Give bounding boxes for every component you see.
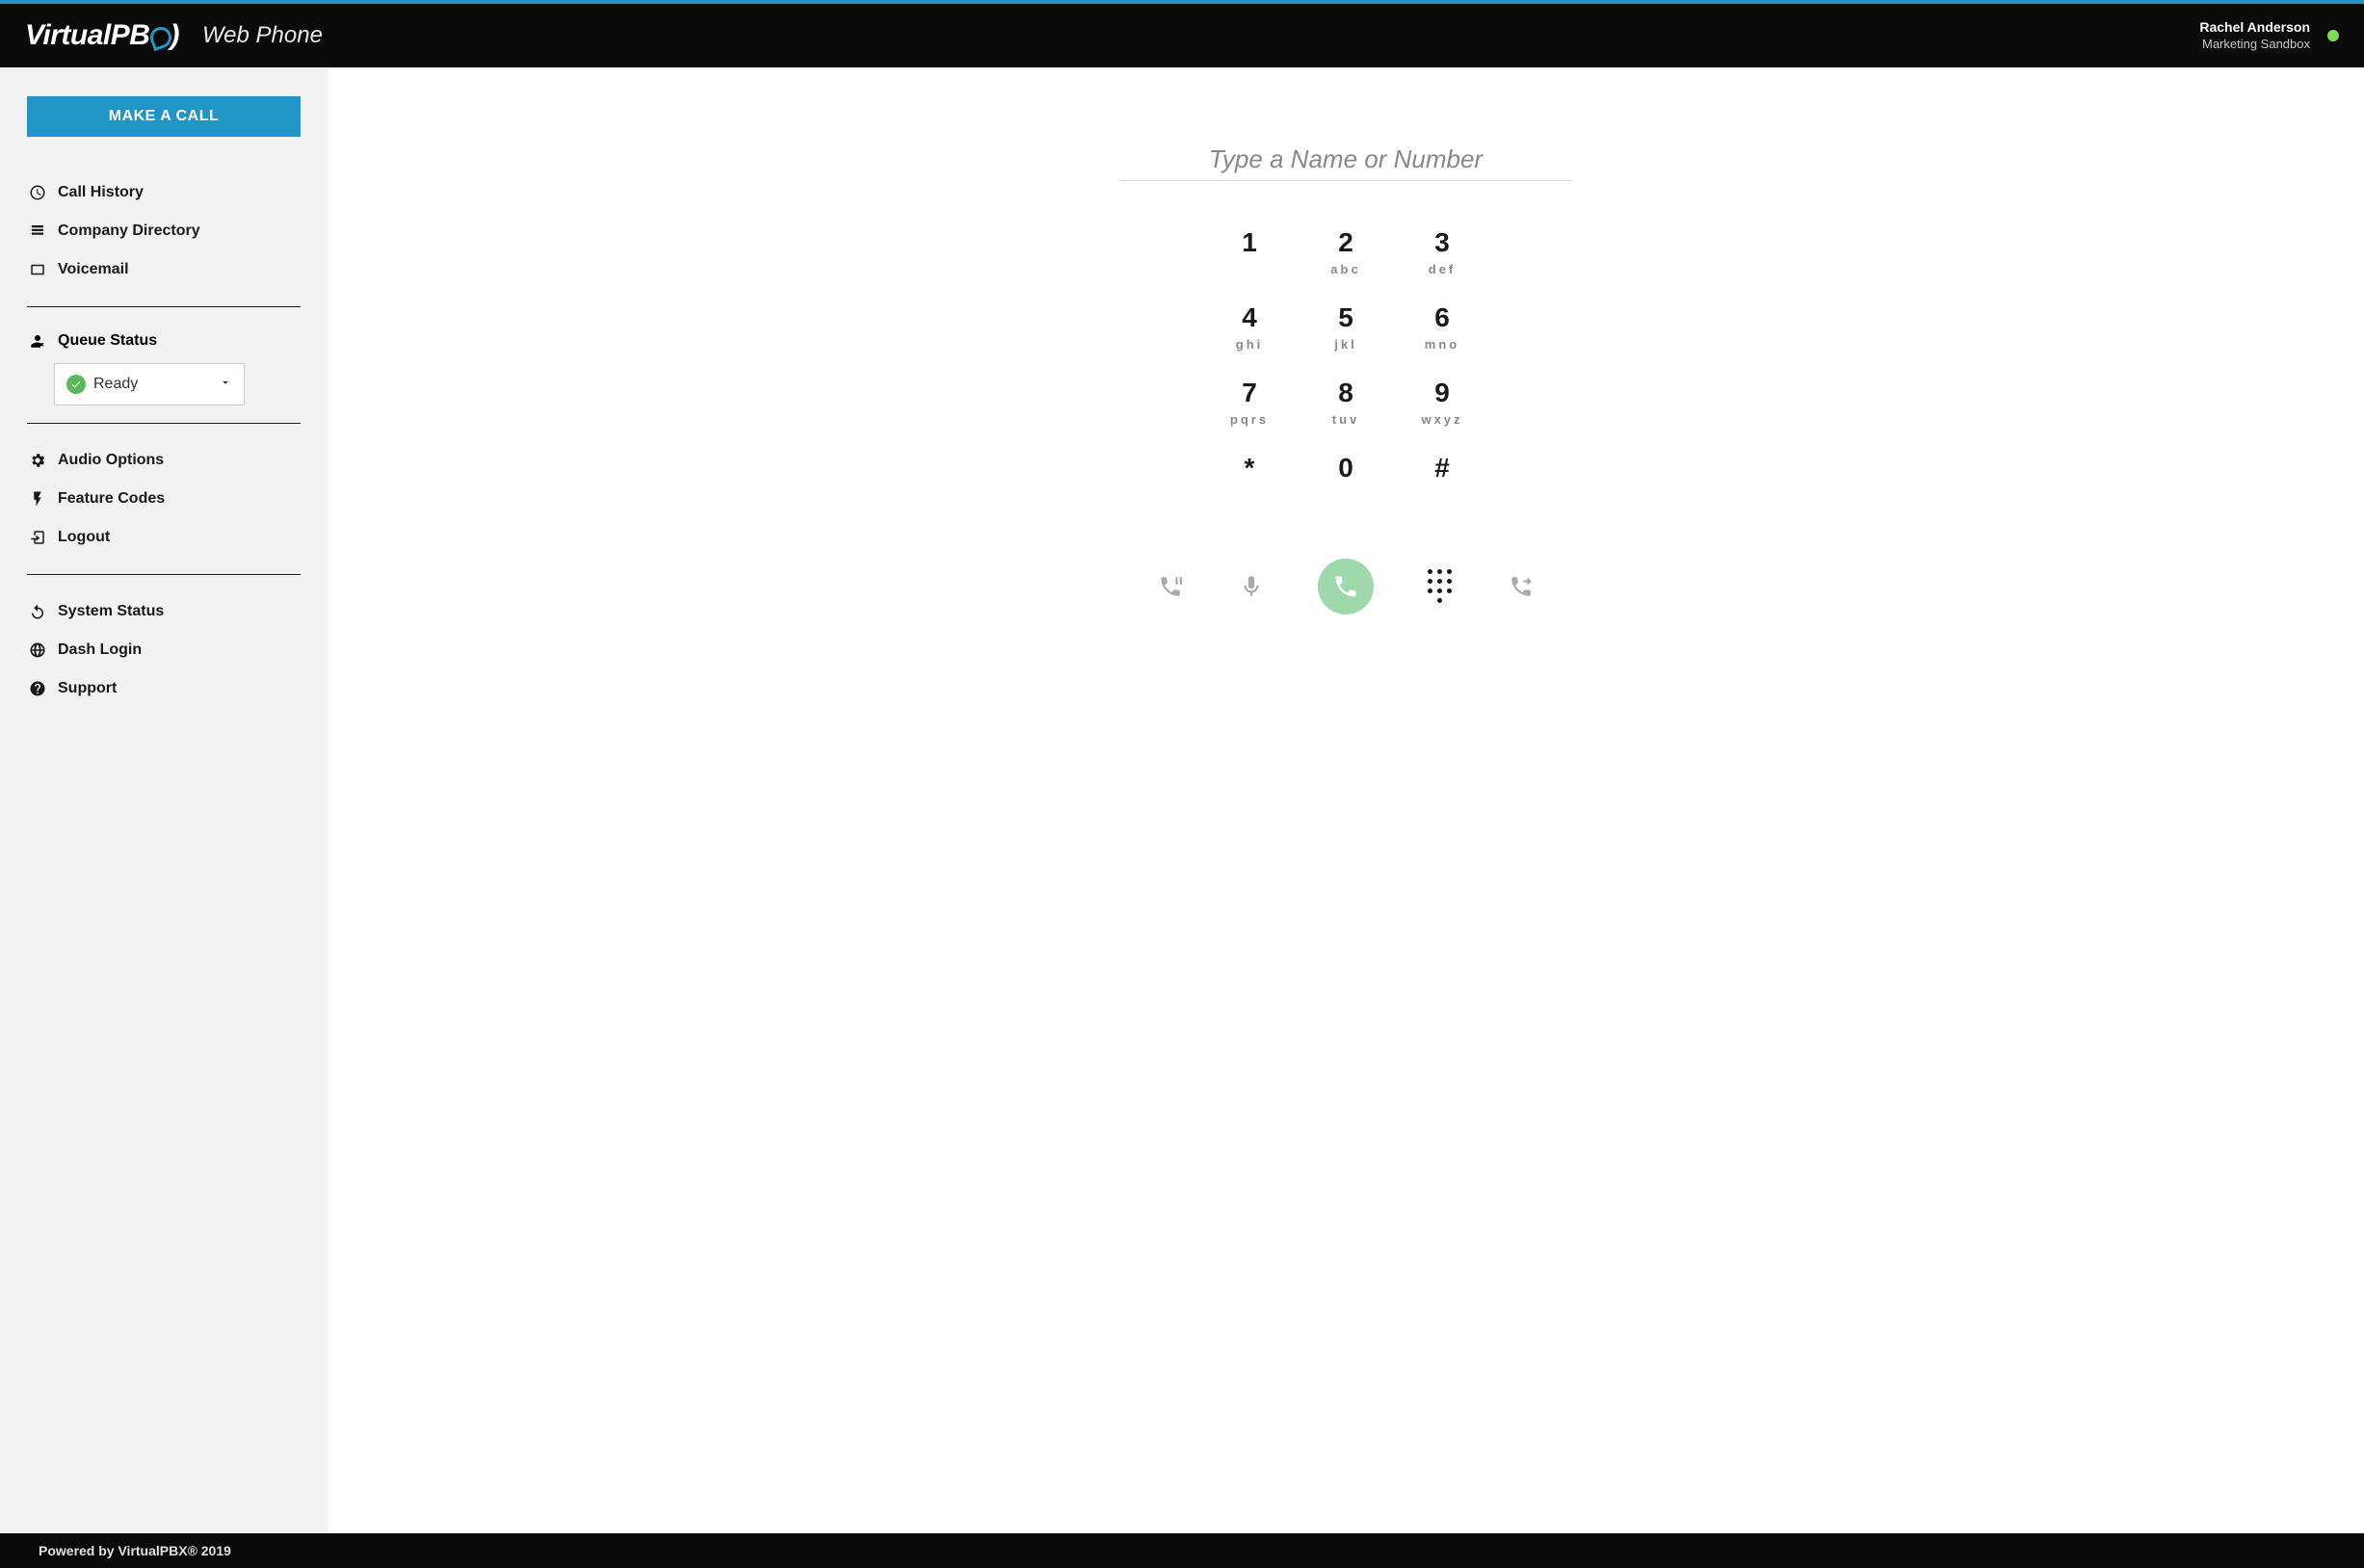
sidebar-item-label: Company Directory	[58, 222, 200, 240]
directory-icon	[29, 222, 46, 240]
dialpad-icon	[1428, 569, 1453, 604]
microphone-icon	[1239, 574, 1264, 599]
sidebar-item-support[interactable]: Support	[27, 669, 301, 708]
logout-icon	[29, 529, 46, 546]
sidebar-item-logout[interactable]: Logout	[27, 518, 301, 557]
check-circle-icon	[66, 375, 86, 394]
call-controls	[1156, 559, 1536, 614]
keypad: 1 2abc 3def 4ghi 5jkl 6mno 7pqrs 8tuv 9w…	[1201, 229, 1490, 503]
user-name: Rachel Anderson	[2199, 18, 2310, 36]
hold-button[interactable]	[1156, 572, 1185, 601]
voicemail-icon	[29, 261, 46, 278]
sidebar-item-label: Voicemail	[58, 261, 129, 278]
clock-icon	[29, 184, 46, 201]
dial-input-wrap	[1119, 144, 1572, 181]
sidebar-item-label: Audio Options	[58, 452, 164, 469]
sidebar-item-label: System Status	[58, 603, 164, 620]
sidebar-item-label: Logout	[58, 529, 110, 546]
sidebar-item-label: Support	[58, 680, 117, 697]
refresh-icon	[29, 603, 46, 620]
make-a-call-button[interactable]: MAKE A CALL	[27, 96, 301, 137]
logo-block: VirtualPB) Web Phone	[25, 19, 323, 52]
app-title: Web Phone	[202, 22, 323, 49]
sidebar-item-label: Call History	[58, 184, 144, 201]
sidebar-item-voicemail[interactable]: Voicemail	[27, 250, 301, 289]
keypad-toggle-button[interactable]	[1426, 572, 1455, 601]
divider	[27, 306, 301, 307]
call-button[interactable]	[1318, 559, 1374, 614]
keypad-key-3[interactable]: 3def	[1394, 229, 1490, 277]
mute-button[interactable]	[1237, 572, 1266, 601]
keypad-key-6[interactable]: 6mno	[1394, 304, 1490, 353]
dialer-panel: 1 2abc 3def 4ghi 5jkl 6mno 7pqrs 8tuv 9w…	[328, 67, 2364, 1533]
queue-status-row: Queue Status	[27, 325, 301, 363]
help-icon	[29, 680, 46, 697]
user-team: Marketing Sandbox	[2199, 37, 2310, 53]
sidebar-item-system-status[interactable]: System Status	[27, 592, 301, 631]
globe-icon	[29, 641, 46, 659]
transfer-button[interactable]	[1507, 572, 1536, 601]
brand-logo: VirtualPB)	[25, 19, 179, 52]
bolt-icon	[29, 490, 46, 508]
keypad-key-star[interactable]: *	[1201, 455, 1298, 503]
queue-status-value: Ready	[93, 376, 138, 393]
keypad-key-8[interactable]: 8tuv	[1298, 379, 1394, 428]
chevron-down-icon	[219, 376, 232, 394]
footer-text: Powered by VirtualPBX® 2019	[39, 1543, 231, 1558]
topbar: VirtualPB) Web Phone Rachel Anderson Mar…	[0, 4, 2364, 67]
sidebar: MAKE A CALL Call History Company Directo…	[0, 67, 328, 1533]
logo-text-prefix: Virtual	[25, 19, 111, 52]
sidebar-item-company-directory[interactable]: Company Directory	[27, 212, 301, 250]
presence-status-dot	[2327, 30, 2339, 41]
queue-status-label: Queue Status	[58, 332, 157, 350]
gear-icon	[29, 452, 46, 469]
phone-icon	[1332, 573, 1359, 600]
sidebar-item-label: Feature Codes	[58, 490, 165, 508]
keypad-key-5[interactable]: 5jkl	[1298, 304, 1394, 353]
sidebar-item-call-history[interactable]: Call History	[27, 173, 301, 212]
keypad-key-1[interactable]: 1	[1201, 229, 1298, 277]
keypad-key-2[interactable]: 2abc	[1298, 229, 1394, 277]
keypad-key-9[interactable]: 9wxyz	[1394, 379, 1490, 428]
sidebar-item-dash-login[interactable]: Dash Login	[27, 631, 301, 669]
keypad-key-hash[interactable]: #	[1394, 455, 1490, 503]
user-block: Rachel Anderson Marketing Sandbox	[2199, 18, 2322, 52]
keypad-key-4[interactable]: 4ghi	[1201, 304, 1298, 353]
sidebar-item-audio-options[interactable]: Audio Options	[27, 441, 301, 480]
phone-pause-icon	[1158, 574, 1183, 599]
queue-status-select[interactable]: Ready	[54, 363, 245, 405]
keypad-key-7[interactable]: 7pqrs	[1201, 379, 1298, 428]
person-icon	[29, 332, 46, 350]
phone-forward-icon	[1509, 574, 1534, 599]
sidebar-item-label: Dash Login	[58, 641, 142, 659]
sidebar-item-feature-codes[interactable]: Feature Codes	[27, 480, 301, 518]
divider	[27, 423, 301, 424]
divider	[27, 574, 301, 575]
footer: Powered by VirtualPBX® 2019	[0, 1533, 2364, 1568]
keypad-key-0[interactable]: 0	[1298, 455, 1394, 503]
dial-input[interactable]	[1119, 144, 1572, 174]
logo-text-suffix: PB	[111, 19, 150, 52]
